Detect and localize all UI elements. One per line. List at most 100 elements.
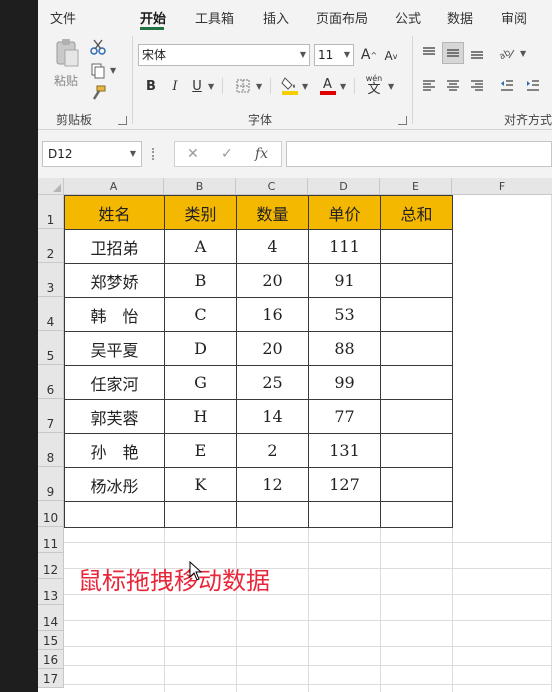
cell[interactable]: 25 (236, 365, 309, 400)
tab-insert[interactable]: 插入 (263, 8, 289, 27)
cell[interactable]: 127 (308, 467, 381, 502)
cell[interactable]: 2 (236, 433, 309, 468)
font-color-icon[interactable]: A (318, 74, 338, 96)
phonetic-dropdown-icon[interactable]: ▼ (388, 82, 394, 91)
cell[interactable]: K (164, 467, 237, 502)
cell[interactable]: B (164, 263, 237, 298)
row-header-12[interactable]: 12 (38, 553, 64, 579)
cell[interactable] (380, 467, 453, 502)
worksheet-grid[interactable]: A B C D E F 1 2 3 4 5 6 7 8 9 10 11 12 1… (38, 178, 552, 692)
cell[interactable] (380, 399, 453, 434)
underline-button[interactable]: U (188, 77, 206, 95)
row-header-11[interactable]: 11 (38, 527, 64, 553)
header-cell[interactable]: 类别 (164, 195, 237, 230)
cell[interactable]: 91 (308, 263, 381, 298)
bold-button[interactable]: B (142, 77, 160, 95)
cell[interactable]: D (164, 331, 237, 366)
cell[interactable]: 郭芙蓉 (64, 399, 165, 434)
cell[interactable]: 111 (308, 229, 381, 264)
cell[interactable]: E (164, 433, 237, 468)
copy-dropdown-icon[interactable]: ▼ (110, 66, 116, 75)
tab-file[interactable]: 文件 (50, 8, 76, 27)
orientation-dropdown-icon[interactable]: ▼ (520, 49, 526, 58)
row-header-17[interactable]: 17 (38, 669, 64, 688)
row-header-4[interactable]: 4 (38, 297, 64, 331)
underline-dropdown-icon[interactable]: ▼ (208, 82, 214, 91)
cell[interactable]: 77 (308, 399, 381, 434)
row-header-1[interactable]: 1 (38, 195, 64, 229)
cell[interactable]: 88 (308, 331, 381, 366)
column-header-e[interactable]: E (380, 178, 452, 195)
grow-font-button[interactable]: A ^ (360, 46, 378, 64)
border-dropdown-icon[interactable]: ▼ (256, 82, 262, 91)
cell[interactable]: 韩 怡 (64, 297, 165, 332)
column-header-d[interactable]: D (308, 178, 380, 195)
italic-button[interactable]: I (166, 77, 184, 95)
cell[interactable]: 吴平夏 (64, 331, 165, 366)
row-header-15[interactable]: 15 (38, 631, 64, 650)
cell[interactable]: 任家河 (64, 365, 165, 400)
phonetic-guide-button[interactable]: wén 文 (362, 72, 386, 98)
cell[interactable]: C (164, 297, 237, 332)
cell[interactable] (380, 365, 453, 400)
cell[interactable]: 131 (308, 433, 381, 468)
select-all-button[interactable] (38, 178, 64, 195)
tab-data[interactable]: 数据 (447, 8, 473, 27)
tab-home[interactable]: 开始 (140, 8, 166, 27)
cell[interactable]: 孙 艳 (64, 433, 165, 468)
font-color-dropdown-icon[interactable]: ▼ (340, 82, 346, 91)
header-cell[interactable]: 姓名 (64, 195, 165, 230)
border-icon[interactable] (234, 77, 252, 95)
tab-formulas[interactable]: 公式 (395, 8, 421, 27)
orientation-icon[interactable]: ab (496, 42, 518, 64)
enter-icon[interactable]: ✓ (221, 146, 233, 162)
row-header-16[interactable]: 16 (38, 650, 64, 669)
row-header-13[interactable]: 13 (38, 579, 64, 605)
column-header-b[interactable]: B (164, 178, 236, 195)
column-header-c[interactable]: C (236, 178, 308, 195)
cell[interactable] (308, 501, 381, 528)
cell[interactable]: 12 (236, 467, 309, 502)
font-name-select[interactable]: 宋体 ▼ (138, 44, 310, 66)
increase-indent-icon[interactable] (522, 75, 544, 97)
tab-page-layout[interactable]: 页面布局 (316, 8, 368, 27)
row-header-7[interactable]: 7 (38, 399, 64, 433)
cell[interactable]: 20 (236, 263, 309, 298)
cell[interactable]: 郑梦娇 (64, 263, 165, 298)
fill-color-icon[interactable] (280, 74, 300, 96)
align-center-icon[interactable] (442, 75, 464, 97)
tab-review[interactable]: 审阅 (501, 8, 527, 27)
insert-function-button[interactable]: fx (255, 146, 268, 162)
format-painter-icon[interactable] (88, 84, 108, 102)
align-right-icon[interactable] (466, 75, 488, 97)
fill-color-dropdown-icon[interactable]: ▼ (302, 82, 308, 91)
cell[interactable]: 99 (308, 365, 381, 400)
row-header-6[interactable]: 6 (38, 365, 64, 399)
shrink-font-button[interactable]: Av (382, 47, 400, 65)
row-header-2[interactable]: 2 (38, 229, 64, 263)
align-left-icon[interactable] (418, 75, 440, 97)
row-header-10[interactable]: 10 (38, 501, 64, 527)
header-cell[interactable]: 总和 (380, 195, 453, 230)
cell[interactable] (380, 501, 453, 528)
tab-toolbox[interactable]: 工具箱 (195, 8, 234, 27)
cell[interactable]: 卫招弟 (64, 229, 165, 264)
name-box[interactable]: D12 ▼ (42, 141, 142, 167)
clipboard-launcher-icon[interactable] (118, 116, 127, 125)
align-top-icon[interactable] (418, 42, 440, 64)
row-header-5[interactable]: 5 (38, 331, 64, 365)
cell[interactable] (64, 501, 165, 528)
font-launcher-icon[interactable] (398, 116, 407, 125)
row-header-8[interactable]: 8 (38, 433, 64, 467)
copy-icon[interactable] (88, 62, 108, 80)
cancel-icon[interactable]: ✕ (187, 146, 199, 162)
cell[interactable]: H (164, 399, 237, 434)
paste-button[interactable]: 粘贴 (50, 38, 84, 90)
formula-input[interactable] (286, 141, 552, 167)
font-size-select[interactable]: 11 ▼ (314, 44, 354, 66)
row-header-14[interactable]: 14 (38, 605, 64, 631)
cell[interactable]: A (164, 229, 237, 264)
cell[interactable]: 20 (236, 331, 309, 366)
cell[interactable] (380, 229, 453, 264)
header-cell[interactable]: 单价 (308, 195, 381, 230)
